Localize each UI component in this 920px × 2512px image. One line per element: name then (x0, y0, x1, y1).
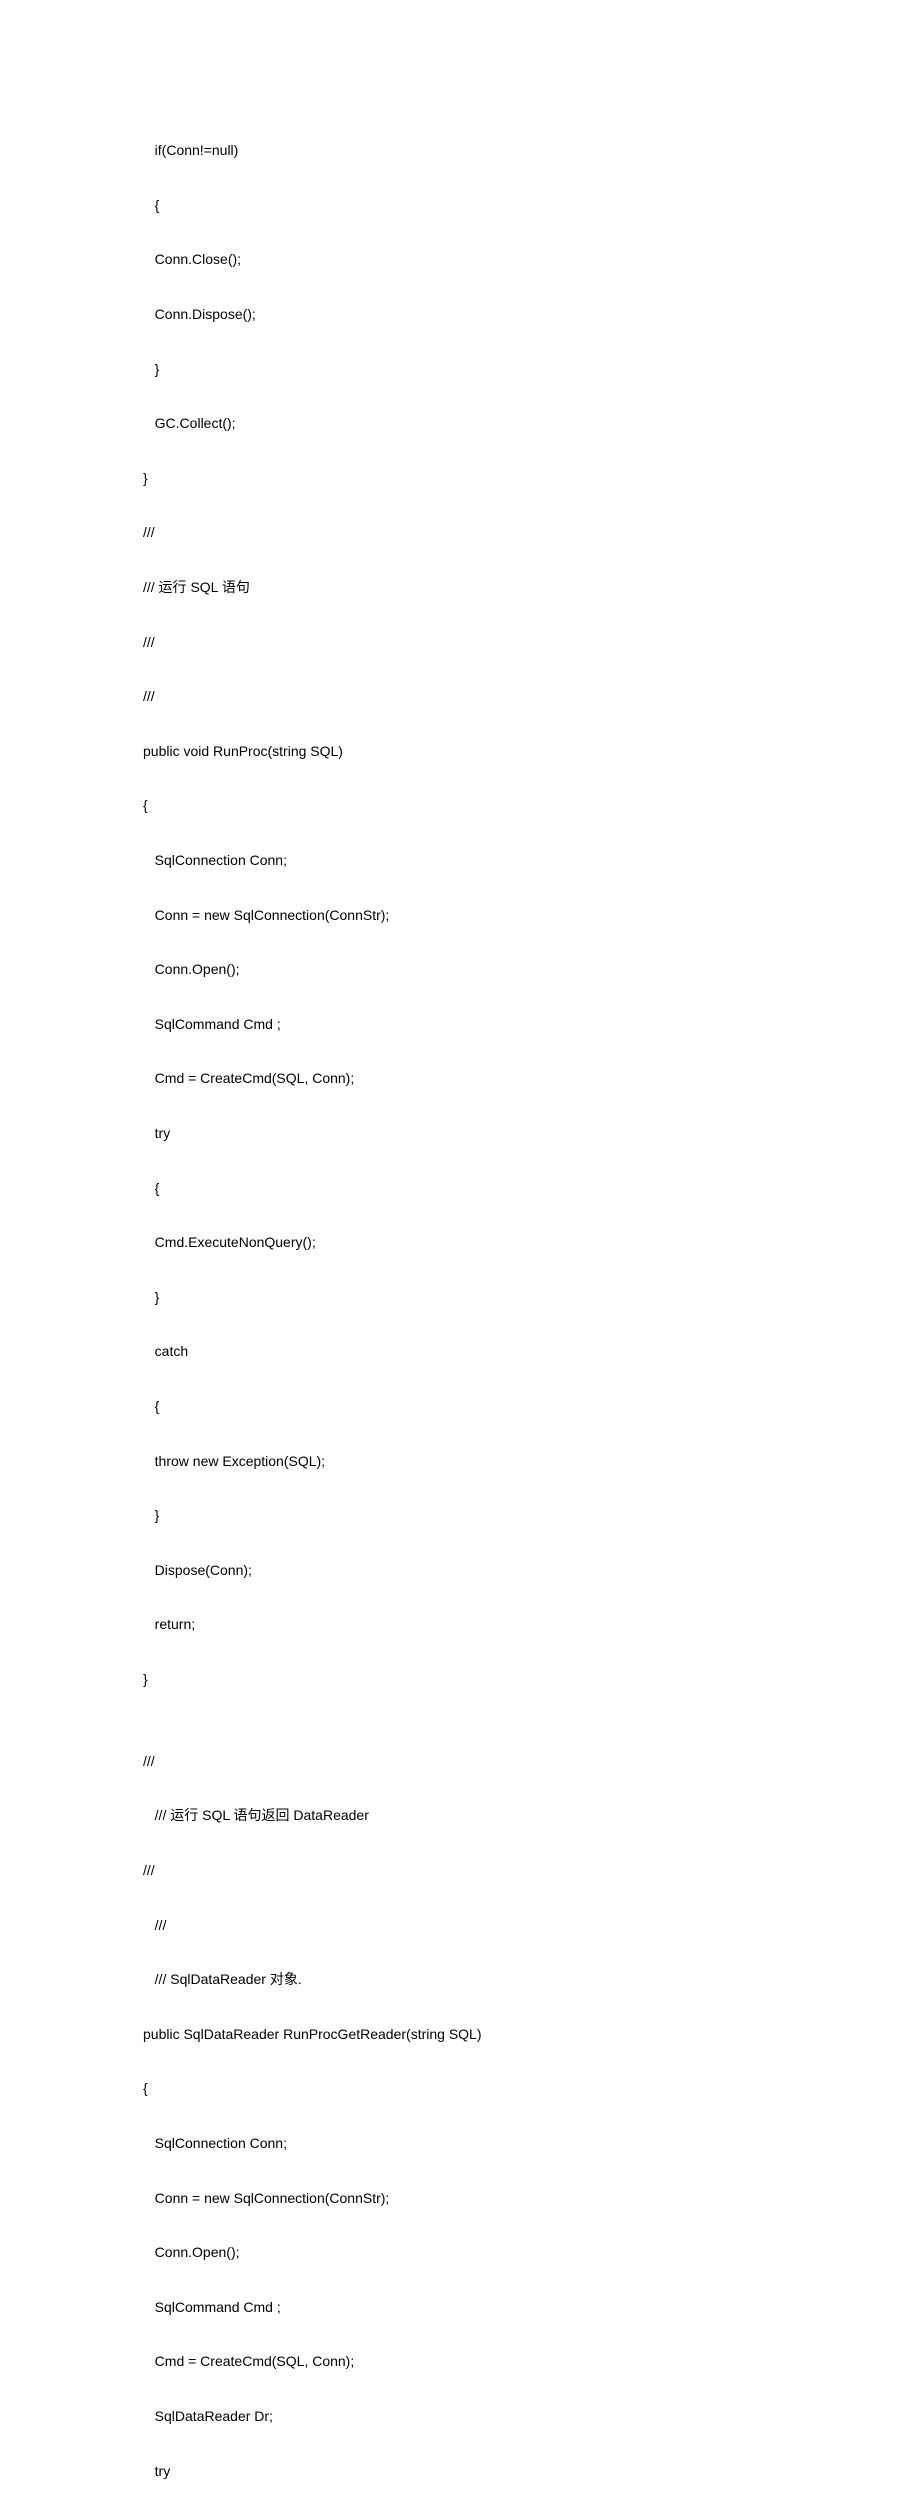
code-line: throw new Exception(SQL); (143, 1448, 920, 1475)
code-line: catch (143, 1338, 920, 1365)
code-line: { (143, 192, 920, 219)
code-line: } (143, 1666, 920, 1693)
code-line: } (143, 465, 920, 492)
code-line: Conn.Dispose(); (143, 301, 920, 328)
code-line: } (143, 1502, 920, 1529)
code-line: /// (143, 683, 920, 710)
code-line: /// SqlDataReader 对象. (143, 1966, 920, 1993)
code-line: GC.Collect(); (143, 410, 920, 437)
code-document: if(Conn!=null) { Conn.Close(); Conn.Disp… (0, 0, 920, 2512)
code-line: public void RunProc(string SQL) (143, 738, 920, 765)
code-line: SqlConnection Conn; (143, 847, 920, 874)
code-line: { (143, 2075, 920, 2102)
code-line: Conn = new SqlConnection(ConnStr); (143, 2185, 920, 2212)
code-line: SqlCommand Cmd ; (143, 2294, 920, 2321)
code-line: Conn = new SqlConnection(ConnStr); (143, 902, 920, 929)
code-line: SqlCommand Cmd ; (143, 1011, 920, 1038)
code-line: /// (143, 629, 920, 656)
code-line: { (143, 1175, 920, 1202)
code-line: Conn.Open(); (143, 956, 920, 983)
code-line: Cmd.ExecuteNonQuery(); (143, 1229, 920, 1256)
code-line: /// (143, 1857, 920, 1884)
code-line: /// (143, 519, 920, 546)
code-line: try (143, 2458, 920, 2485)
code-line: /// (143, 1748, 920, 1775)
code-line: Cmd = CreateCmd(SQL, Conn); (143, 1065, 920, 1092)
code-line: Cmd = CreateCmd(SQL, Conn); (143, 2348, 920, 2375)
code-line: SqlDataReader Dr; (143, 2403, 920, 2430)
code-line: { (143, 1393, 920, 1420)
code-line: /// 运行 SQL 语句返回 DataReader (143, 1802, 920, 1829)
code-line: } (143, 356, 920, 383)
code-line: } (143, 1284, 920, 1311)
code-line: Conn.Open(); (143, 2239, 920, 2266)
code-line: /// (143, 1912, 920, 1939)
code-line: return; (143, 1611, 920, 1638)
code-line: try (143, 1120, 920, 1147)
code-line: SqlConnection Conn; (143, 2130, 920, 2157)
code-line: public SqlDataReader RunProcGetReader(st… (143, 2021, 920, 2048)
code-line: Conn.Close(); (143, 246, 920, 273)
code-line: /// 运行 SQL 语句 (143, 574, 920, 601)
code-line: { (143, 792, 920, 819)
code-line: Dispose(Conn); (143, 1557, 920, 1584)
code-line: if(Conn!=null) (143, 137, 920, 164)
